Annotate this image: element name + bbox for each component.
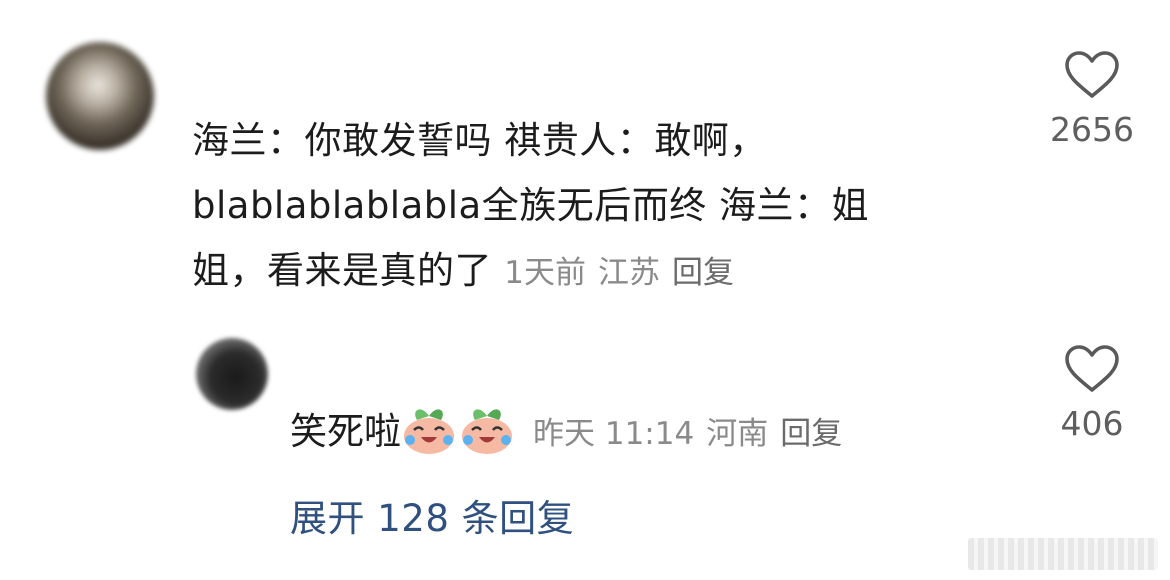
watermark-logo [968, 538, 1158, 570]
main-comment-like-button[interactable]: 2656 [1042, 50, 1142, 149]
reply-comment-text: 笑死啦 [290, 410, 401, 453]
heart-icon[interactable] [1064, 50, 1120, 100]
expand-replies-link[interactable]: 展开 128 条回复 [290, 488, 574, 542]
commenter-avatar[interactable] [46, 42, 154, 150]
laughing-crying-peach-emoji-icon [462, 409, 512, 454]
heart-icon[interactable] [1064, 344, 1120, 394]
reply-comment-meta: 昨天 11:14 河南 回复 [533, 416, 854, 452]
main-comment-meta: 1天前 江苏 回复 [504, 255, 746, 291]
main-comment-reply-button[interactable]: 回复 [672, 255, 734, 291]
reply-comment-like-button[interactable]: 406 [1042, 344, 1142, 443]
reply-comment-reply-button[interactable]: 回复 [780, 416, 842, 452]
main-comment-location: 江苏 [598, 255, 660, 291]
reply-comment-like-count: 406 [1060, 404, 1124, 443]
main-comment-body: 海兰：你敢发誓吗 祺贵人：敢啊，blablablablabla全族无后而终 海兰… [192, 108, 937, 306]
reply-comment-body: 笑死啦 昨天 11:14 河南 回复 [290, 400, 854, 466]
reply-comment-location: 河南 [706, 416, 769, 452]
reply-avatar[interactable] [196, 338, 268, 410]
main-comment-like-count: 2656 [1050, 110, 1134, 149]
laughing-crying-peach-emoji-icon [404, 409, 454, 454]
main-comment-time: 1天前 [504, 255, 586, 291]
reply-comment-time: 昨天 11:14 [533, 416, 695, 452]
